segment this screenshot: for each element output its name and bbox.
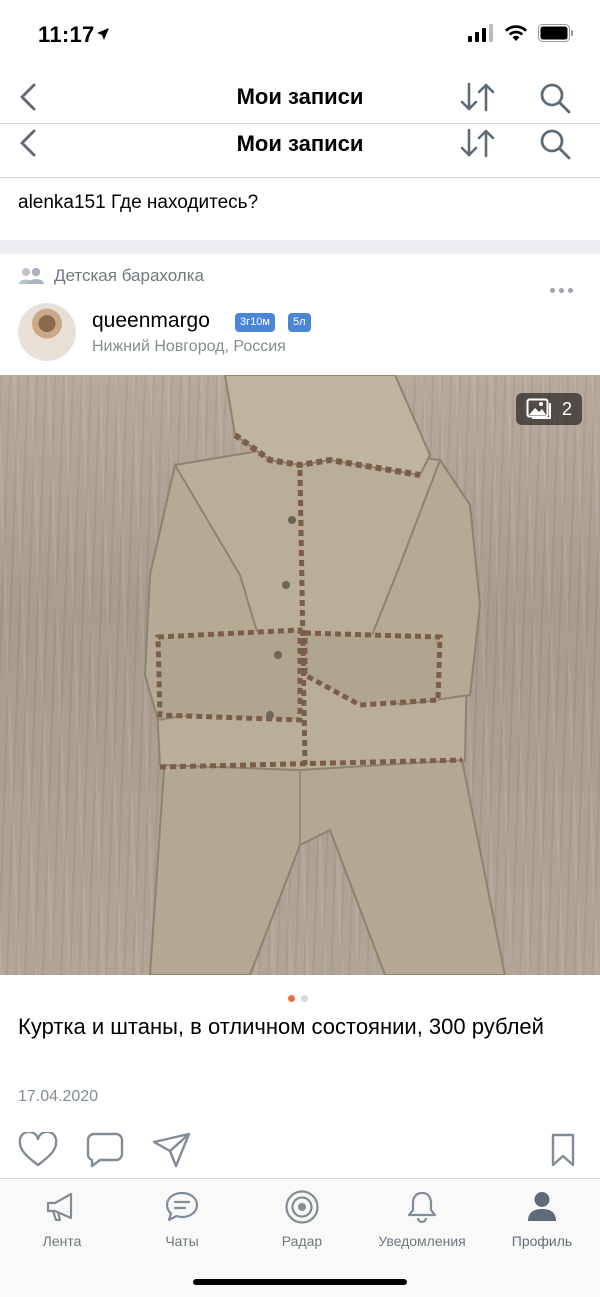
post-actions	[0, 1132, 600, 1172]
author-name[interactable]: queenmargo	[92, 309, 210, 333]
child-age-badge: 3г10м	[235, 313, 275, 332]
pager-dot	[301, 995, 308, 1002]
tab-profile[interactable]: Профиль	[482, 1187, 600, 1249]
tab-label: Лента	[42, 1233, 82, 1249]
signal-icon	[468, 24, 493, 42]
jacket-and-pants-photo	[143, 375, 507, 975]
wifi-icon	[505, 25, 527, 41]
sort-icon[interactable]	[458, 127, 498, 159]
photo-pager	[288, 995, 308, 1002]
more-options-icon[interactable]	[550, 288, 573, 293]
sort-icon[interactable]	[458, 81, 498, 113]
tab-notifications[interactable]: Уведомления	[362, 1187, 482, 1249]
megaphone-icon	[46, 1192, 73, 1222]
like-icon[interactable]	[18, 1132, 58, 1168]
photo-counter: 2	[515, 393, 582, 425]
status-bar: 11:17	[0, 0, 600, 70]
bell-icon	[407, 1191, 437, 1224]
tab-label: Радар	[281, 1233, 323, 1249]
chat-icon	[165, 1191, 199, 1222]
section-separator	[0, 240, 600, 254]
profile-icon	[528, 1192, 556, 1221]
tab-label: Уведомления	[378, 1233, 466, 1249]
child-age-badge: 5л	[288, 313, 311, 332]
search-icon[interactable]	[538, 127, 572, 161]
pager-dot-active	[288, 995, 295, 1002]
search-icon[interactable]	[538, 81, 572, 115]
post-date: 17.04.2020	[18, 1088, 99, 1105]
comment-text: Где находитесь?	[110, 192, 259, 213]
post-photo[interactable]: 2	[0, 375, 600, 975]
bookmark-icon[interactable]	[550, 1132, 576, 1168]
status-icons	[468, 24, 574, 42]
author-location: Нижний Новгород, Россия	[92, 338, 286, 355]
share-icon[interactable]	[152, 1132, 192, 1168]
tab-chats[interactable]: Чаты	[122, 1187, 242, 1249]
group-name[interactable]: Детская барахолка	[54, 266, 204, 286]
tab-radar[interactable]: Радар	[242, 1187, 362, 1249]
navbar-duplicate: Мои записи	[0, 124, 600, 178]
navbar: Мои записи	[0, 70, 600, 124]
gallery-icon	[526, 398, 551, 419]
tab-bar: Лента Чаты Радар Уведомления Профиль	[0, 1178, 600, 1297]
post-text: Куртка и штаны, в отличном состоянии, 30…	[18, 1014, 544, 1039]
radar-icon	[285, 1190, 319, 1224]
photo-count: 2	[561, 398, 572, 419]
tab-label: Чаты	[165, 1233, 199, 1249]
post-group[interactable]: Детская барахолка	[18, 266, 204, 286]
avatar[interactable]	[18, 303, 76, 361]
status-time: 11:17	[38, 22, 95, 47]
home-indicator	[193, 1279, 407, 1285]
page-title: Мои записи	[236, 131, 364, 156]
tab-label: Профиль	[511, 1233, 573, 1249]
comment-author[interactable]: alenka151	[18, 192, 106, 213]
page-title: Мои записи	[236, 84, 364, 109]
battery-icon	[538, 24, 573, 42]
location-arrow-icon	[97, 28, 109, 40]
group-icon	[19, 267, 44, 284]
tab-feed[interactable]: Лента	[2, 1187, 122, 1249]
comment[interactable]: alenka151 Где находитесь?	[18, 192, 258, 214]
comment-icon[interactable]	[86, 1132, 124, 1168]
